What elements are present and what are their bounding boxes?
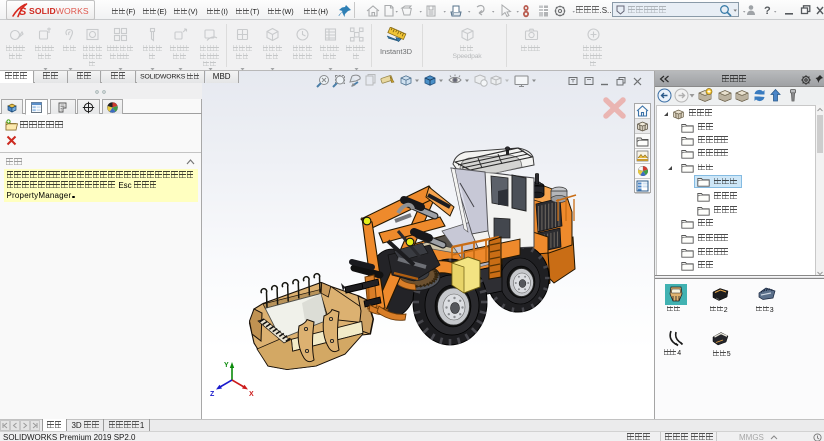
- svg-text:X: X: [249, 391, 254, 397]
- svg-text:Y: Y: [224, 362, 229, 369]
- svg-text:Z: Z: [210, 391, 215, 397]
- svg-text:?: ?: [764, 5, 771, 17]
